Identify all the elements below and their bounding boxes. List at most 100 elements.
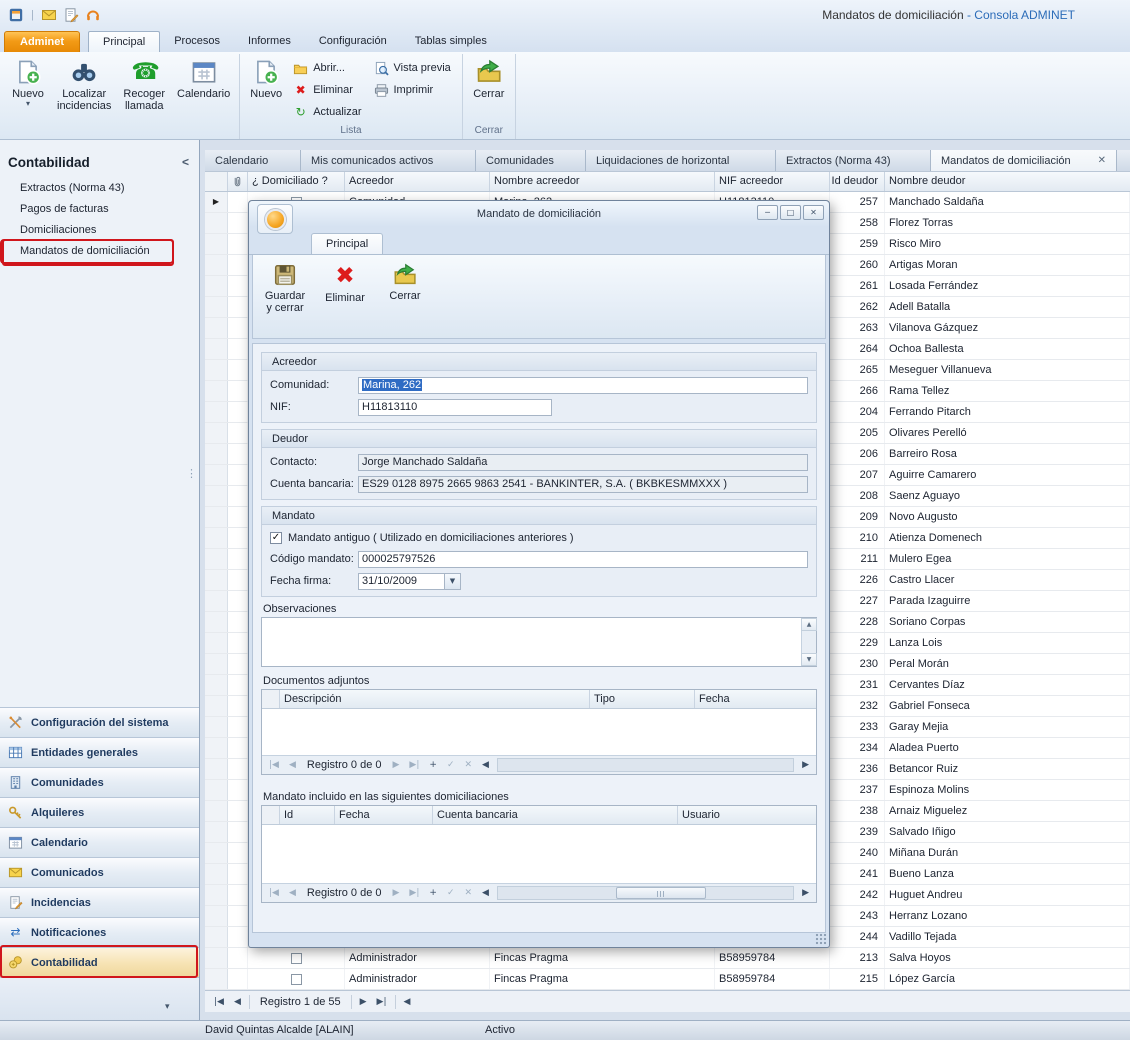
resize-grip[interactable]	[815, 933, 827, 945]
append-record-icon[interactable]: +	[424, 888, 442, 898]
scroll-up-icon[interactable]: ▲	[801, 618, 817, 631]
sidebar-item-extractos-norma-43[interactable]: Extractos (Norma 43)	[2, 178, 178, 199]
scroll-right-icon[interactable]: ▶	[797, 760, 814, 770]
last-record-icon[interactable]: ▶|	[404, 888, 424, 898]
nav-item-calendario[interactable]: Calendario	[0, 827, 199, 857]
scroll-left-icon[interactable]: ◀	[399, 997, 416, 1007]
next-record-icon[interactable]: ▶	[388, 760, 405, 770]
scroll-right-icon[interactable]: ▶	[797, 888, 814, 898]
ribbon-button-imprimir[interactable]: Imprimir	[370, 79, 459, 101]
close-icon[interactable]: ✕	[803, 205, 824, 220]
nav-item-incidencias[interactable]: Incidencias	[0, 887, 199, 917]
cuenta-bancaria-input[interactable]: ES29 0128 8975 2665 9863 2541 - BANKINTE…	[358, 476, 808, 493]
documentos-column-fecha[interactable]: Fecha	[695, 690, 816, 708]
first-record-icon[interactable]: |◀	[264, 760, 284, 770]
eliminar-button[interactable]: ✖ Eliminar	[315, 259, 375, 334]
cancel-edit-icon[interactable]: ✕	[459, 760, 477, 770]
first-record-icon[interactable]: |◀	[209, 997, 229, 1007]
prev-record-icon[interactable]: ◀	[284, 760, 301, 770]
ribbon-button-actualizar[interactable]: ↻Actualizar	[289, 101, 369, 123]
tab-close-icon[interactable]: ✕	[1098, 151, 1106, 171]
nav-item-comunicados[interactable]: Comunicados	[0, 857, 199, 887]
ribbon-button-nuevo-lista[interactable]: Nuevo	[243, 54, 289, 124]
column-header-attach[interactable]	[228, 172, 248, 191]
nav-item-entidades-generales[interactable]: Entidades generales	[0, 737, 199, 767]
table-row[interactable]: AdministradorFincas PragmaB58959784213Sa…	[205, 948, 1130, 969]
sidebar-item-domiciliaciones[interactable]: Domiciliaciones	[2, 220, 178, 241]
domiciliaciones-column-cuenta-bancaria[interactable]: Cuenta bancaria	[433, 806, 678, 824]
nav-item-notificaciones[interactable]: ⇄Notificaciones	[0, 917, 199, 947]
column-header-acreedor[interactable]: Acreedor	[345, 172, 490, 191]
minimize-icon[interactable]: ─	[757, 205, 778, 220]
tab-configuracion[interactable]: Configuración	[305, 31, 401, 52]
scrollbar-thumb[interactable]	[616, 887, 706, 899]
first-record-icon[interactable]: |◀	[264, 888, 284, 898]
nav-item-comunidades[interactable]: Comunidades	[0, 767, 199, 797]
ribbon-button-eliminar[interactable]: ✖Eliminar	[289, 79, 369, 101]
sidebar-item-mandatos-de-domiciliacion[interactable]: Mandatos de domiciliación	[2, 241, 172, 262]
chevron-left-icon[interactable]: <	[182, 155, 189, 169]
post-edit-icon[interactable]: ✓	[442, 760, 460, 770]
maximize-icon[interactable]: □	[780, 205, 801, 220]
ribbon-button-cerrar[interactable]: Cerrar	[466, 54, 512, 124]
fecha-firma-input[interactable]: 31/10/2009	[358, 573, 444, 590]
table-row[interactable]: AdministradorFincas PragmaB58959784215Ló…	[205, 969, 1130, 990]
tab-tablas-simples[interactable]: Tablas simples	[401, 31, 501, 52]
vertical-scrollbar[interactable]: ▲ ▼	[801, 618, 816, 666]
tab-principal[interactable]: Principal	[88, 31, 160, 52]
column-header-nombre_deudor[interactable]: Nombre deudor	[885, 172, 1130, 191]
next-record-icon[interactable]: ▶	[355, 997, 372, 1007]
dropdown-arrow-icon[interactable]: ▼	[444, 573, 461, 590]
doc-tab-calendario[interactable]: Calendario	[205, 150, 301, 171]
documentos-column-descripcion[interactable]: Descripción	[280, 690, 590, 708]
ribbon-button-localizar-incidencias[interactable]: Localizar incidencias	[51, 54, 117, 124]
tab-informes[interactable]: Informes	[234, 31, 305, 52]
cerrar-dialog-button[interactable]: Cerrar	[375, 259, 435, 334]
mail-icon[interactable]	[41, 7, 57, 23]
nif-input[interactable]: H11813110	[358, 399, 552, 416]
dialog-tab-principal[interactable]: Principal	[311, 233, 383, 254]
domiciliado-checkbox[interactable]	[291, 953, 302, 964]
sidebar-item-pagos-de-facturas[interactable]: Pagos de facturas	[2, 199, 178, 220]
column-header-id_deudor[interactable]: Id deudor	[830, 172, 885, 191]
tab-adminet[interactable]: Adminet	[4, 31, 80, 52]
doc-tab-liquidaciones-de-horizontal[interactable]: Liquidaciones de horizontal	[586, 150, 776, 171]
app-icon[interactable]	[8, 7, 24, 23]
prev-record-icon[interactable]: ◀	[284, 888, 301, 898]
chevron-down-icon[interactable]: ▾	[165, 1002, 170, 1012]
post-edit-icon[interactable]: ✓	[442, 888, 460, 898]
tab-procesos[interactable]: Procesos	[160, 31, 234, 52]
last-record-icon[interactable]: ▶|	[372, 997, 392, 1007]
cancel-edit-icon[interactable]: ✕	[459, 888, 477, 898]
column-header-nif_acreedor[interactable]: NIF acreedor	[715, 172, 830, 191]
splitter-handle[interactable]: ⋮	[186, 467, 197, 480]
nav-item-contabilidad[interactable]: Contabilidad	[0, 947, 199, 977]
nav-item-alquileres[interactable]: Alquileres	[0, 797, 199, 827]
domiciliado-checkbox[interactable]	[291, 974, 302, 985]
column-header-domiciliado[interactable]: ¿ Domiciliado ?	[248, 172, 345, 191]
ribbon-button-nuevo[interactable]: Nuevo▾	[5, 54, 51, 124]
domiciliaciones-column-fecha[interactable]: Fecha	[335, 806, 433, 824]
scroll-left-icon[interactable]: ◀	[477, 888, 494, 898]
documentos-grid-body[interactable]	[262, 709, 816, 755]
documentos-column-tipo[interactable]: Tipo	[590, 690, 695, 708]
domiciliaciones-column-id[interactable]: Id	[280, 806, 335, 824]
nav-item-configuracion-del-sistema[interactable]: Configuración del sistema	[0, 707, 199, 737]
codigo-mandato-input[interactable]: 000025797526	[358, 551, 808, 568]
domiciliaciones-grid-body[interactable]	[262, 825, 816, 883]
scroll-left-icon[interactable]: ◀	[477, 760, 494, 770]
observaciones-textarea[interactable]: ▲ ▼	[261, 617, 817, 667]
last-record-icon[interactable]: ▶|	[404, 760, 424, 770]
ribbon-button-calendario[interactable]: Calendario	[171, 54, 236, 124]
scroll-down-icon[interactable]: ▼	[801, 653, 817, 666]
doc-tab-mandatos-de-domiciliacion[interactable]: Mandatos de domiciliación✕	[931, 150, 1117, 171]
doc-tab-comunidades[interactable]: Comunidades	[476, 150, 586, 171]
contacto-input[interactable]: Jorge Manchado Saldaña	[358, 454, 808, 471]
doc-tab-mis-comunicados-activos[interactable]: Mis comunicados activos	[301, 150, 476, 171]
mandato-antiguo-checkbox[interactable]: ✓	[270, 532, 282, 544]
domiciliaciones-column-usuario[interactable]: Usuario	[678, 806, 816, 824]
headset-icon[interactable]	[85, 7, 101, 23]
horizontal-scrollbar[interactable]	[497, 758, 794, 772]
horizontal-scrollbar[interactable]	[497, 886, 794, 900]
next-record-icon[interactable]: ▶	[388, 888, 405, 898]
